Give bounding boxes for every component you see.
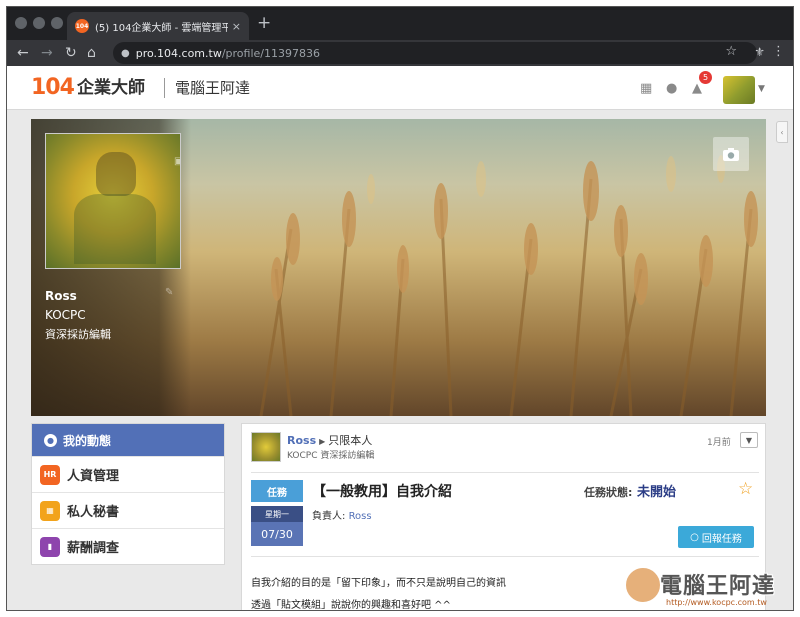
author-name[interactable]: Ross [287, 434, 316, 447]
reply-label: 回報任務 [701, 533, 742, 545]
url-path: /profile/11397836 [221, 46, 320, 60]
address-toolbar: ← → ↻ ⌂ ● pro.104.com.tw /profile/113978… [7, 40, 793, 66]
logo-text: 企業大師 [77, 78, 145, 98]
watermark-text: 電腦王阿達 [660, 574, 776, 599]
user-icon: ● [44, 433, 57, 447]
post-body-line-2: 透過「貼文模組」說說你的興趣和喜好吧 ^^ [251, 600, 451, 611]
profile-name: Ross [45, 289, 77, 303]
chevron-down-icon[interactable]: ▼ [758, 84, 765, 94]
reload-icon[interactable]: ↻ [65, 44, 77, 62]
logo-number: 104 [31, 75, 75, 100]
avatar-figure [96, 152, 136, 196]
header-divider [164, 78, 165, 98]
author-avatar[interactable] [251, 432, 281, 462]
new-tab-icon[interactable]: + [257, 13, 271, 33]
menu-personal-secretary[interactable]: ▦ 私人秘書 [32, 492, 224, 528]
owner-name[interactable]: Ross [349, 511, 372, 522]
apps-grid-icon[interactable]: ▦ [640, 81, 652, 96]
notification-badge: 5 [699, 71, 712, 84]
edit-profile-icon[interactable]: ✎ [165, 287, 173, 298]
hr-icon: HR [40, 464, 60, 485]
post-body-line-1: 自我介紹的目的是「留下印象」，而不只是說明自己的資訊 [251, 578, 506, 589]
user-avatar[interactable] [723, 76, 755, 104]
task-title[interactable]: 【一般教用】自我介紹 [312, 481, 452, 501]
post-author-line: Ross ▶ 只限本人 [287, 432, 372, 448]
company-name: 電腦王阿達 [175, 79, 251, 97]
close-tab-icon[interactable]: × [232, 20, 241, 33]
post-scope: 只限本人 [328, 434, 373, 447]
speech-bubble-icon: ○ [690, 531, 699, 543]
menu-hr-management[interactable]: HR 人資管理 [32, 456, 224, 492]
brand-logo[interactable]: 104 [31, 75, 75, 100]
url-host: pro.104.com.tw [135, 46, 222, 60]
watermark-url: http://www.kocpc.com.tw [666, 598, 767, 607]
divider [251, 472, 759, 473]
side-panel-toggle[interactable]: ‹ [776, 121, 788, 143]
url-bar[interactable]: ● pro.104.com.tw /profile/11397836 [113, 42, 757, 64]
watermark: 電腦王阿達 http://www.kocpc.com.tw [624, 566, 796, 612]
owner-label: 負責人: [312, 511, 346, 522]
post-time: 1月前 [707, 438, 731, 448]
profile-job-title: 資深採訪編輯 [45, 328, 111, 341]
menu-label: 私人秘書 [67, 505, 120, 520]
task-status-value: 未開始 [637, 485, 677, 500]
tab-bar: 104 (5) 104企業大師 - 雲端管理平台 × + [7, 7, 793, 40]
avatar-camera-icon[interactable]: ▣ [174, 156, 180, 167]
task-status-label: 任務狀態: [584, 486, 633, 499]
menu-label: 薪酬調查 [67, 541, 120, 556]
extension-icon[interactable]: ⚜ [754, 45, 765, 59]
site-header: 104 企業大師 電腦王阿達 ▦ ● ▲ 5 ▼ [7, 66, 793, 110]
task-weekday: 星期一 [251, 506, 303, 522]
left-menu: ● 我的動態 HR 人資管理 ▦ 私人秘書 ▮ 薪酬調查 [31, 423, 225, 565]
menu-label: 我的動態 [63, 433, 112, 448]
menu-salary-survey[interactable]: ▮ 薪酬調查 [32, 528, 224, 564]
bookmark-star-icon[interactable]: ☆ [725, 44, 737, 59]
maximize-window-dot[interactable] [51, 17, 63, 29]
close-window-dot[interactable] [15, 17, 27, 29]
back-arrow-icon[interactable]: ← [17, 44, 29, 62]
menu-label: 人資管理 [67, 469, 120, 484]
author-subtitle: KOCPC 資深採訪編輯 [287, 451, 375, 461]
chat-bubble-icon[interactable]: ● [666, 81, 677, 96]
task-tag: 任務 [251, 480, 303, 502]
browser-menu-icon[interactable]: ⋮ [772, 44, 785, 59]
menu-my-activity[interactable]: ● 我的動態 [32, 424, 224, 456]
profile-company: KOCPC [45, 308, 86, 322]
reply-task-button[interactable]: ○ 回報任務 [678, 526, 754, 548]
profile-cover: ▣ ✎ Ross KOCPC 資深採訪編輯 [31, 119, 766, 416]
tab-title: (5) 104企業大師 - 雲端管理平台 [95, 22, 228, 34]
favicon-104: 104 [75, 19, 89, 33]
caret-right-icon: ▶ [319, 437, 326, 446]
watermark-face-icon [624, 566, 662, 604]
cover-camera-button[interactable] [713, 137, 749, 171]
divider [251, 556, 759, 557]
forward-arrow-icon[interactable]: → [41, 44, 53, 62]
profile-avatar[interactable]: ▣ [45, 133, 181, 269]
home-icon[interactable]: ⌂ [87, 44, 96, 62]
lock-icon: ● [121, 47, 130, 59]
task-date: 07/30 [251, 522, 303, 546]
task-owner: 負責人: Ross [312, 507, 372, 522]
browser-tab[interactable]: 104 (5) 104企業大師 - 雲端管理平台 × [67, 12, 249, 40]
briefcase-icon: ▦ [40, 500, 60, 521]
browser-window: 104 (5) 104企業大師 - 雲端管理平台 × + ← → ↻ ⌂ ● p… [6, 6, 794, 611]
post-options-dropdown[interactable]: ▼ [740, 432, 758, 448]
star-icon[interactable]: ☆ [738, 479, 753, 499]
bar-chart-icon: ▮ [40, 536, 60, 557]
bell-icon[interactable]: ▲ [692, 81, 702, 96]
camera-icon [723, 147, 739, 161]
avatar-body [74, 194, 156, 264]
minimize-window-dot[interactable] [33, 17, 45, 29]
